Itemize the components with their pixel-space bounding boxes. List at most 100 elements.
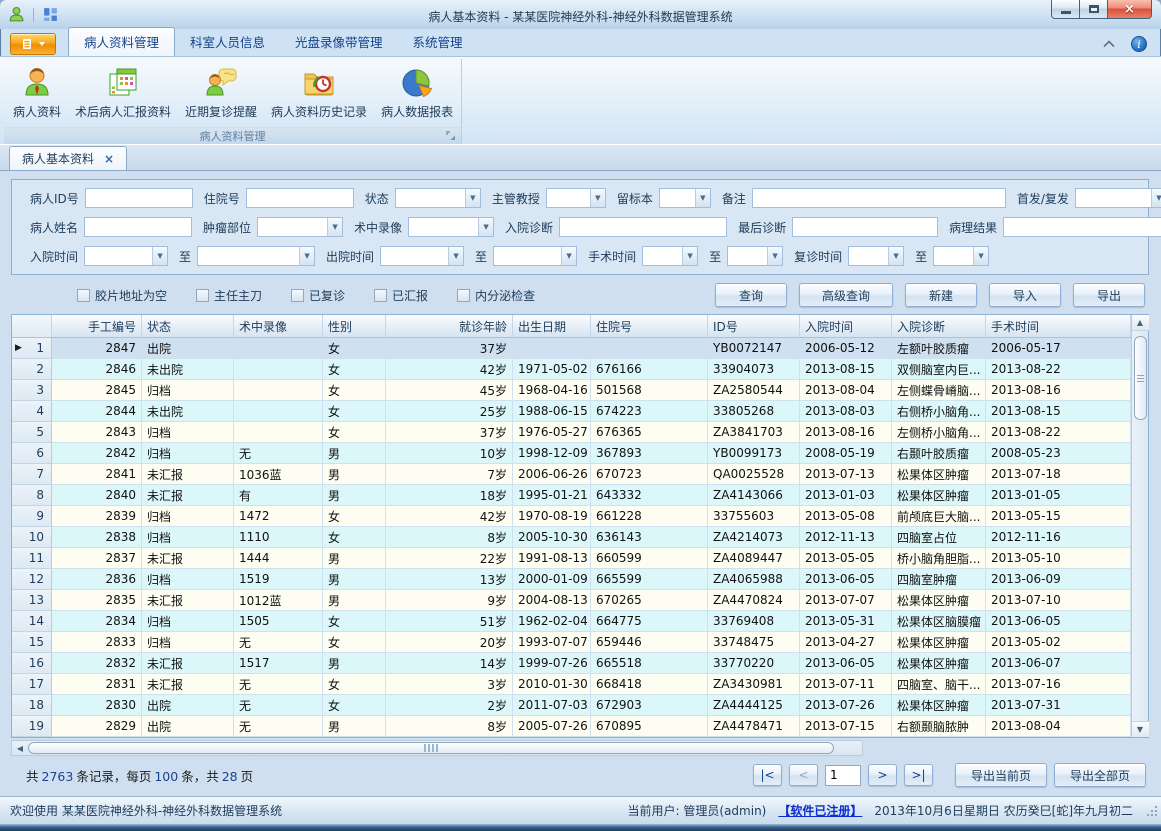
dropdown-arrow-icon[interactable]: ▼ (152, 247, 167, 265)
row-selector[interactable]: 16 (12, 653, 52, 674)
checkbox-icon[interactable] (457, 289, 470, 302)
resize-grip-icon[interactable] (1146, 805, 1158, 820)
ribbon-tab-3[interactable]: 系统管理 (398, 27, 478, 56)
table-row[interactable]: 112837未汇报1444男22岁1991-08-13660599ZA40894… (12, 548, 1131, 569)
table-row[interactable]: 192829出院无男8岁2005-07-26670895ZA4478471201… (12, 716, 1131, 737)
filter-dropdown[interactable]: ▼ (84, 246, 168, 266)
row-selector[interactable]: 5 (12, 422, 52, 443)
row-selector[interactable]: 14 (12, 611, 52, 632)
action-button-2[interactable]: 新建 (905, 283, 977, 307)
column-header-0[interactable]: 手工编号 (52, 315, 142, 337)
dropdown-arrow-icon[interactable]: ▼ (299, 247, 314, 265)
action-button-0[interactable]: 查询 (715, 283, 787, 307)
scroll-down-icon[interactable]: ▼ (1132, 721, 1149, 737)
filter-dropdown[interactable]: ▼ (395, 188, 481, 208)
action-button-1[interactable]: 高级查询 (799, 283, 893, 307)
dropdown-arrow-icon[interactable]: ▼ (327, 218, 342, 236)
row-selector[interactable]: ▶1 (12, 338, 52, 359)
table-row[interactable]: 102838归档1110女8岁2005-10-30636143ZA4214073… (12, 527, 1131, 548)
checkbox-icon[interactable] (374, 289, 387, 302)
dropdown-arrow-icon[interactable]: ▼ (561, 247, 576, 265)
checkbox-option-0[interactable]: 胶片地址为空 (77, 287, 167, 304)
table-row[interactable]: 162832未汇报1517男14岁1999-07-266655183377022… (12, 653, 1131, 674)
ribbon-tab-1[interactable]: 科室人员信息 (175, 27, 280, 56)
table-row[interactable]: 172831未汇报无女3岁2010-01-30668418ZA343098120… (12, 674, 1131, 695)
column-header-6[interactable]: 住院号 (591, 315, 708, 337)
row-selector[interactable]: 8 (12, 485, 52, 506)
prev-page-button[interactable]: < (789, 764, 818, 786)
checkbox-option-2[interactable]: 已复诊 (291, 287, 345, 304)
dropdown-arrow-icon[interactable]: ▼ (695, 189, 710, 207)
dropdown-arrow-icon[interactable]: ▼ (478, 218, 493, 236)
table-row[interactable]: ▶12847出院女37岁YB00721472006-05-12左额叶胶质瘤200… (12, 338, 1131, 359)
checkbox-icon[interactable] (77, 289, 90, 302)
dropdown-arrow-icon[interactable]: ▼ (888, 247, 903, 265)
row-selector[interactable]: 4 (12, 401, 52, 422)
filter-dropdown[interactable]: ▼ (1075, 188, 1161, 208)
row-selector[interactable]: 18 (12, 695, 52, 716)
table-row[interactable]: 22846未出院女42岁1971-05-02676166339040732013… (12, 359, 1131, 380)
table-row[interactable]: 62842归档无男10岁1998-12-09367893YB0099173200… (12, 443, 1131, 464)
row-selector[interactable]: 11 (12, 548, 52, 569)
table-row[interactable]: 152833归档无女20岁1993-07-0765944633748475201… (12, 632, 1131, 653)
page-number-input[interactable] (825, 765, 861, 786)
filter-input[interactable] (792, 217, 938, 237)
ribbon-button-4[interactable]: 病人数据报表 (374, 61, 460, 122)
vertical-scroll-thumb[interactable] (1134, 336, 1147, 420)
dialog-launcher-icon[interactable] (446, 131, 457, 142)
column-header-2[interactable]: 术中录像 (234, 315, 323, 337)
filter-dropdown[interactable]: ▼ (546, 188, 606, 208)
ribbon-button-0[interactable]: 病人资料 (6, 61, 68, 122)
first-page-button[interactable]: |< (753, 764, 782, 786)
filter-input[interactable] (1003, 217, 1161, 237)
filter-dropdown[interactable]: ▼ (848, 246, 904, 266)
scroll-left-icon[interactable]: ◀ (12, 741, 28, 755)
filter-dropdown[interactable]: ▼ (642, 246, 698, 266)
minimize-button[interactable] (1051, 0, 1080, 19)
row-selector[interactable]: 12 (12, 569, 52, 590)
filter-dropdown[interactable]: ▼ (257, 217, 343, 237)
tab-close-icon[interactable]: × (104, 153, 114, 165)
filter-dropdown[interactable]: ▼ (493, 246, 577, 266)
table-row[interactable]: 72841未汇报1036蓝男7岁2006-06-26670723QA002552… (12, 464, 1131, 485)
maximize-button[interactable] (1080, 0, 1107, 19)
filter-input[interactable] (246, 188, 354, 208)
table-row[interactable]: 82840未汇报有男18岁1995-01-21643332ZA414306620… (12, 485, 1131, 506)
ribbon-button-3[interactable]: 病人资料历史记录 (264, 61, 374, 122)
checkbox-option-1[interactable]: 主任主刀 (196, 287, 262, 304)
checkbox-icon[interactable] (291, 289, 304, 302)
column-header-5[interactable]: 出生日期 (513, 315, 591, 337)
dropdown-arrow-icon[interactable]: ▼ (767, 247, 782, 265)
row-selector[interactable]: 10 (12, 527, 52, 548)
row-selector[interactable]: 6 (12, 443, 52, 464)
ribbon-button-2[interactable]: 近期复诊提醒 (178, 61, 264, 122)
column-header-10[interactable]: 手术时间 (986, 315, 1131, 337)
table-row[interactable]: 52843归档女37岁1976-05-27676365ZA38417032013… (12, 422, 1131, 443)
table-row[interactable]: 142834归档1505女51岁1962-02-0466477533769408… (12, 611, 1131, 632)
action-button-3[interactable]: 导入 (989, 283, 1061, 307)
row-selector[interactable]: 3 (12, 380, 52, 401)
filter-dropdown[interactable]: ▼ (933, 246, 989, 266)
layout-icon[interactable] (42, 6, 59, 23)
dropdown-arrow-icon[interactable]: ▼ (1151, 189, 1161, 207)
filter-input[interactable] (559, 217, 727, 237)
checkbox-icon[interactable] (196, 289, 209, 302)
table-row[interactable]: 122836归档1519男13岁2000-01-09665599ZA406598… (12, 569, 1131, 590)
row-selector[interactable]: 7 (12, 464, 52, 485)
close-button[interactable]: × (1107, 0, 1152, 19)
export-all-pages-button[interactable]: 导出全部页 (1054, 763, 1146, 787)
column-header-7[interactable]: ID号 (708, 315, 800, 337)
column-header-3[interactable]: 性别 (323, 315, 386, 337)
ribbon-button-1[interactable]: 术后病人汇报资料 (68, 61, 178, 122)
filter-input[interactable] (84, 217, 192, 237)
horizontal-scroll-thumb[interactable] (28, 742, 834, 754)
registered-link[interactable]: 【软件已注册】 (778, 802, 862, 819)
table-row[interactable]: 42844未出院女25岁1988-06-15674223338052682013… (12, 401, 1131, 422)
column-header-9[interactable]: 入院诊断 (892, 315, 986, 337)
dropdown-arrow-icon[interactable]: ▼ (465, 189, 480, 207)
row-selector[interactable]: 13 (12, 590, 52, 611)
tab-patient-basic-info[interactable]: 病人基本资料 × (9, 146, 127, 170)
filter-dropdown[interactable]: ▼ (727, 246, 783, 266)
ribbon-tab-2[interactable]: 光盘录像带管理 (280, 27, 398, 56)
column-header-8[interactable]: 入院时间 (800, 315, 892, 337)
